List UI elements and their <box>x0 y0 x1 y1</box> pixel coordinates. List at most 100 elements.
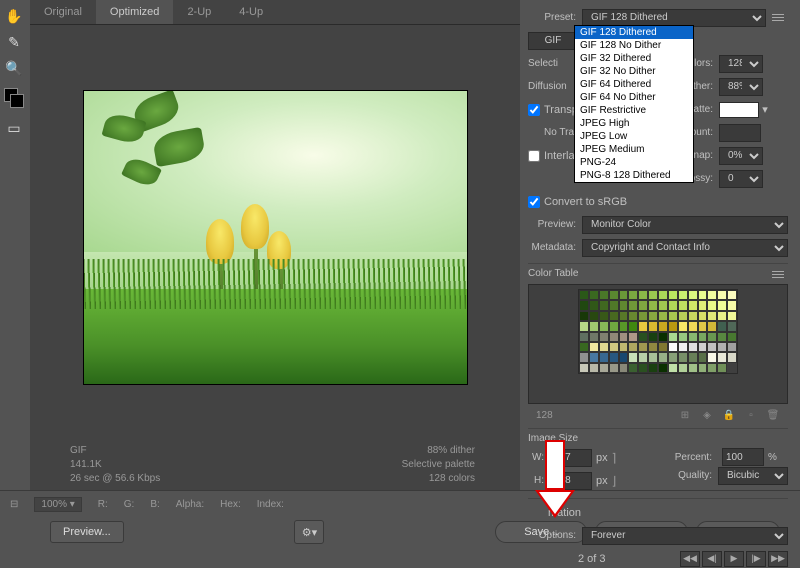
color-swatch[interactable] <box>628 300 638 310</box>
color-swatch[interactable] <box>628 311 638 321</box>
color-swatch[interactable] <box>628 342 638 352</box>
color-swatch[interactable] <box>599 363 609 373</box>
color-swatch[interactable] <box>589 342 599 352</box>
websnap-select[interactable]: 0% <box>719 147 763 165</box>
preset-option[interactable]: GIF 32 No Dither <box>575 65 693 78</box>
color-swatch[interactable] <box>638 311 648 321</box>
color-swatch[interactable] <box>717 290 727 300</box>
color-swatch[interactable] <box>599 332 609 342</box>
color-swatch[interactable] <box>648 342 658 352</box>
preset-option[interactable]: GIF 128 Dithered <box>575 26 693 39</box>
color-swatch[interactable] <box>678 363 688 373</box>
color-swatch[interactable] <box>648 300 658 310</box>
transparency-check[interactable] <box>528 104 540 116</box>
color-swatch[interactable] <box>648 311 658 321</box>
color-swatch[interactable] <box>609 300 619 310</box>
preset-option[interactable]: JPEG Medium <box>575 143 693 156</box>
color-swatch[interactable] <box>717 311 727 321</box>
toggle-tool[interactable]: ▭ <box>2 116 26 140</box>
color-swatch[interactable] <box>619 300 629 310</box>
color-swatch[interactable] <box>599 321 609 331</box>
preset-select[interactable]: GIF 128 Dithered <box>582 9 766 27</box>
color-swatch[interactable] <box>599 352 609 362</box>
preset-option[interactable]: PNG-8 128 Dithered <box>575 169 693 182</box>
hand-tool[interactable]: ✋ <box>2 4 26 28</box>
color-swatch[interactable] <box>619 321 629 331</box>
ct-icon-1[interactable]: ⊞ <box>678 408 692 422</box>
color-swatch[interactable] <box>579 300 589 310</box>
color-swatch[interactable] <box>678 290 688 300</box>
color-swatch[interactable] <box>688 352 698 362</box>
browser-preview-button[interactable]: ⚙▾ <box>294 520 324 544</box>
srgb-check[interactable] <box>528 196 540 208</box>
color-swatch[interactable] <box>698 342 708 352</box>
tab-optimized[interactable]: Optimized <box>96 0 174 24</box>
color-swatch[interactable] <box>609 321 619 331</box>
color-swatch[interactable] <box>688 332 698 342</box>
color-swatch[interactable] <box>698 290 708 300</box>
color-swatch[interactable] <box>658 300 668 310</box>
color-swatch[interactable] <box>579 363 589 373</box>
last-frame-button[interactable]: ▶▶ <box>768 551 788 567</box>
preset-option[interactable]: PNG-24 <box>575 156 693 169</box>
dither-select[interactable]: 88% <box>719 78 763 96</box>
color-swatch[interactable] <box>688 321 698 331</box>
colors-select[interactable]: 128 <box>719 55 763 73</box>
color-swatch[interactable] <box>628 352 638 362</box>
color-swatch[interactable] <box>619 352 629 362</box>
preset-option[interactable]: GIF 64 No Dither <box>575 91 693 104</box>
preview-select[interactable]: Monitor Color <box>582 216 788 234</box>
ct-trash-icon[interactable]: 🗑 <box>766 408 780 422</box>
preset-menu-icon[interactable] <box>772 12 788 24</box>
color-swatch[interactable] <box>609 290 619 300</box>
color-swatch[interactable] <box>579 290 589 300</box>
quality-select[interactable]: Bicubic <box>718 467 788 485</box>
color-swatch[interactable] <box>579 321 589 331</box>
color-swatch[interactable] <box>619 332 629 342</box>
color-swatch[interactable] <box>707 300 717 310</box>
color-swatch[interactable] <box>589 352 599 362</box>
color-swatch[interactable] <box>589 290 599 300</box>
metadata-select[interactable]: Copyright and Contact Info <box>582 239 788 257</box>
color-table[interactable] <box>578 289 738 374</box>
color-swatch[interactable] <box>698 363 708 373</box>
color-swatch[interactable] <box>658 352 668 362</box>
color-swatch[interactable] <box>658 290 668 300</box>
color-swatch[interactable] <box>648 332 658 342</box>
color-swatch[interactable] <box>688 311 698 321</box>
color-swatch[interactable] <box>727 342 737 352</box>
color-swatch[interactable] <box>619 290 629 300</box>
color-swatch[interactable] <box>707 363 717 373</box>
color-swatch[interactable] <box>717 363 727 373</box>
color-swatch[interactable] <box>628 290 638 300</box>
color-swatch[interactable] <box>727 300 737 310</box>
color-swatch[interactable] <box>668 363 678 373</box>
preset-option[interactable]: GIF 128 No Dither <box>575 39 693 52</box>
color-swatch[interactable] <box>658 321 668 331</box>
color-swatch[interactable] <box>668 342 678 352</box>
color-swatch[interactable] <box>619 311 629 321</box>
interlaced-check[interactable] <box>528 150 540 162</box>
color-swatch[interactable] <box>717 342 727 352</box>
color-swatch[interactable] <box>698 311 708 321</box>
preset-option[interactable]: JPEG High <box>575 117 693 130</box>
color-swatches[interactable] <box>4 88 24 108</box>
preset-option[interactable]: GIF 32 Dithered <box>575 52 693 65</box>
color-swatch[interactable] <box>668 321 678 331</box>
color-swatch[interactable] <box>668 352 678 362</box>
color-swatch[interactable] <box>707 321 717 331</box>
color-swatch[interactable] <box>707 352 717 362</box>
color-swatch[interactable] <box>688 300 698 310</box>
color-swatch[interactable] <box>619 363 629 373</box>
link-icon[interactable]: ⌉ <box>612 451 622 465</box>
preset-option[interactable]: GIF Restrictive <box>575 104 693 117</box>
prev-frame-button[interactable]: ◀| <box>702 551 722 567</box>
color-swatch[interactable] <box>628 321 638 331</box>
color-swatch[interactable] <box>599 300 609 310</box>
color-swatch[interactable] <box>688 290 698 300</box>
color-swatch[interactable] <box>628 363 638 373</box>
color-swatch[interactable] <box>658 311 668 321</box>
color-swatch[interactable] <box>579 352 589 362</box>
color-swatch[interactable] <box>668 300 678 310</box>
zoom-tool[interactable]: 🔍 <box>2 56 26 80</box>
